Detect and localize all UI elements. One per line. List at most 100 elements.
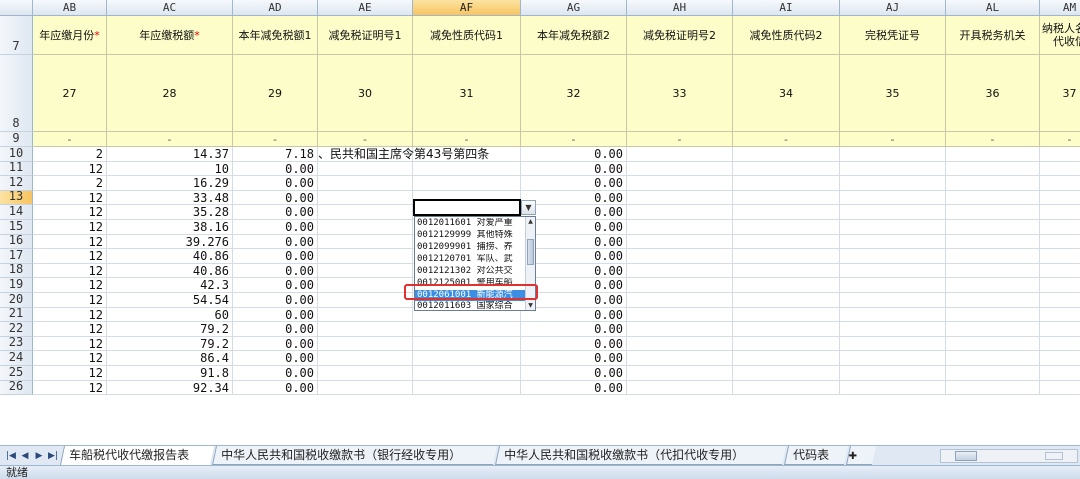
cell-af-24[interactable] — [413, 351, 521, 366]
column-title-ab[interactable]: 年应缴月份 * — [33, 16, 107, 55]
column-title-aj[interactable]: 完税凭证号 — [840, 16, 946, 55]
column-title-ae[interactable]: 减免税证明号1 — [318, 16, 413, 55]
cell-ac-15[interactable]: 38.16 — [107, 220, 233, 235]
row-header-7[interactable]: 7 — [0, 16, 33, 55]
cell-ac-10[interactable]: 14.37 — [107, 147, 233, 162]
column-code-ae[interactable]: 30 — [318, 55, 413, 132]
cell-ab-22[interactable]: 12 — [33, 322, 107, 337]
cell-aj-18[interactable] — [840, 263, 946, 279]
insert-sheet-button[interactable]: ✚ — [845, 446, 877, 465]
cell-ad-18[interactable]: 0.00 — [233, 263, 318, 279]
horizontal-scrollbar[interactable] — [940, 449, 1078, 463]
cell-ab-10[interactable]: 2 — [33, 147, 107, 162]
col-header-ah[interactable]: AH — [627, 0, 733, 16]
spreadsheet-grid[interactable]: AB AC AD AE AF AG AH AI AJ AL AM 7 8 9 10 11 12 13 14 15 16… — [0, 0, 1080, 445]
cell-aj-17[interactable] — [840, 249, 946, 264]
cell-aj-13[interactable] — [840, 190, 946, 206]
cell-ab-18[interactable]: 12 — [33, 263, 107, 279]
cell-ah-15[interactable] — [627, 220, 733, 235]
cell-ab-12[interactable]: 2 — [33, 176, 107, 191]
select-all-corner[interactable] — [0, 0, 33, 16]
cell-ac-23[interactable]: 79.2 — [107, 336, 233, 352]
cell-ac-16[interactable]: 39.276 — [107, 234, 233, 250]
cell-ai-25[interactable] — [733, 366, 840, 381]
cell-aj-11[interactable] — [840, 161, 946, 177]
cell-ad-13[interactable]: 0.00 — [233, 190, 318, 206]
cell-ab-20[interactable]: 12 — [33, 293, 107, 308]
cell-am-22[interactable] — [1040, 322, 1080, 337]
cell-ac-24[interactable]: 86.4 — [107, 351, 233, 366]
cell-ah-22[interactable] — [627, 322, 733, 337]
col-header-ai[interactable]: AI — [733, 0, 840, 16]
cell-ae-12[interactable] — [318, 176, 413, 191]
cell-ag-23[interactable]: 0.00 — [521, 336, 627, 352]
cell-ah-19[interactable] — [627, 278, 733, 293]
cell-ad-10[interactable]: 7.18 — [233, 147, 318, 162]
cell-am-18[interactable] — [1040, 264, 1080, 279]
cell-ah-10[interactable] — [627, 147, 733, 162]
cell-al-12[interactable] — [946, 176, 1040, 191]
column-dash-ac[interactable]: - — [107, 132, 233, 147]
sheet-tab[interactable]: 代码表 — [783, 446, 849, 465]
cell-am-25[interactable] — [1040, 366, 1080, 381]
cell-am-13[interactable] — [1040, 191, 1080, 206]
cell-ac-17[interactable]: 40.86 — [107, 249, 233, 264]
cell-ae-26[interactable] — [318, 380, 413, 396]
cell-ad-23[interactable]: 0.00 — [233, 336, 318, 352]
cell-ag-25[interactable]: 0.00 — [521, 366, 627, 381]
cell-aj-20[interactable] — [840, 293, 946, 308]
cell-ah-12[interactable] — [627, 176, 733, 191]
sheet-tab[interactable]: 车船税代收代缴报告表 — [59, 446, 215, 465]
hscroll-grip[interactable] — [1045, 452, 1063, 460]
cell-ah-25[interactable] — [627, 366, 733, 381]
cell-ae-18[interactable] — [318, 263, 413, 279]
cell-ad-20[interactable]: 0.00 — [233, 293, 318, 308]
cell-ah-16[interactable] — [627, 234, 733, 250]
cell-ag-14[interactable]: 0.00 — [521, 205, 627, 220]
column-title-ai[interactable]: 减免性质代码2 — [733, 16, 840, 55]
cell-ad-24[interactable]: 0.00 — [233, 351, 318, 366]
cell-ab-24[interactable]: 12 — [33, 351, 107, 366]
cell-am-11[interactable] — [1040, 162, 1080, 177]
cell-aj-16[interactable] — [840, 234, 946, 250]
cell-ad-25[interactable]: 0.00 — [233, 366, 318, 381]
cell-al-18[interactable] — [946, 263, 1040, 279]
cell-ai-11[interactable] — [733, 161, 840, 177]
cell-aj-10[interactable] — [840, 147, 946, 162]
cell-ab-11[interactable]: 12 — [33, 161, 107, 177]
cell-aj-24[interactable] — [840, 351, 946, 366]
cell-ab-19[interactable]: 12 — [33, 278, 107, 293]
col-header-aj[interactable]: AJ — [840, 0, 946, 16]
cell-am-20[interactable] — [1040, 293, 1080, 308]
dropdown-input[interactable] — [413, 199, 521, 216]
cell-al-15[interactable] — [946, 220, 1040, 235]
cell-al-17[interactable] — [946, 249, 1040, 264]
cell-aj-12[interactable] — [840, 176, 946, 191]
column-code-ab[interactable]: 27 — [33, 55, 107, 132]
cell-ai-20[interactable] — [733, 293, 840, 308]
cell-ae-23[interactable] — [318, 336, 413, 352]
cell-af-12[interactable] — [413, 176, 521, 191]
cell-am-12[interactable] — [1040, 176, 1080, 191]
cell-ab-16[interactable]: 12 — [33, 234, 107, 250]
cell-ah-21[interactable] — [627, 307, 733, 323]
cell-ae-16[interactable] — [318, 234, 413, 250]
cell-ai-13[interactable] — [733, 190, 840, 206]
cell-aj-26[interactable] — [840, 380, 946, 396]
cell-ac-13[interactable]: 33.48 — [107, 190, 233, 206]
col-header-ag[interactable]: AG — [521, 0, 627, 16]
cell-ac-18[interactable]: 40.86 — [107, 263, 233, 279]
column-title-al[interactable]: 开具税务机关 — [946, 16, 1040, 55]
cell-ai-15[interactable] — [733, 220, 840, 235]
column-code-ad[interactable]: 29 — [233, 55, 318, 132]
column-dash-ae[interactable]: - — [318, 132, 413, 147]
column-title-ad[interactable]: 本年减免税额1 — [233, 16, 318, 55]
cell-ae-20[interactable] — [318, 293, 413, 308]
cell-ah-14[interactable] — [627, 205, 733, 220]
cell-ag-12[interactable]: 0.00 — [521, 176, 627, 191]
cell-ac-20[interactable]: 54.54 — [107, 293, 233, 308]
cell-af-22[interactable] — [413, 322, 521, 337]
cell-ac-21[interactable]: 60 — [107, 307, 233, 323]
dropdown-option[interactable]: 0012121302 对公共交 — [415, 266, 527, 277]
cell-ah-18[interactable] — [627, 263, 733, 279]
